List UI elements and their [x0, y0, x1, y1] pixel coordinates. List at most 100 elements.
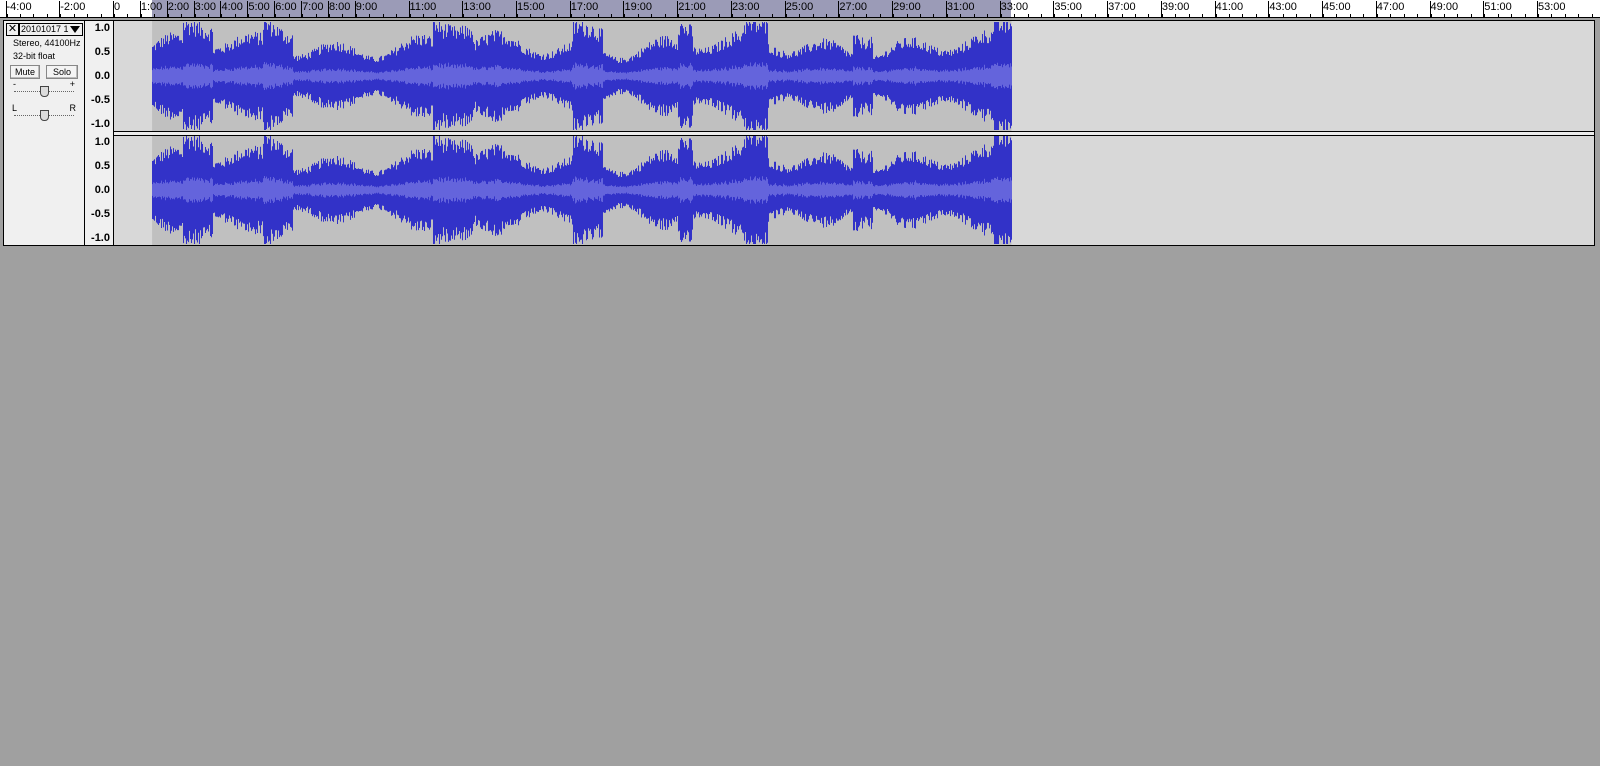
ruler-tick-label: 5:00 — [248, 1, 270, 13]
ruler-minor-tick — [920, 14, 922, 17]
ruler-minor-tick — [1094, 14, 1096, 17]
ruler-minor-tick — [1484, 14, 1486, 17]
ruler-minor-tick — [1323, 14, 1325, 17]
ruler-tick-label: 4:00 — [221, 1, 243, 13]
ruler-minor-tick — [946, 14, 948, 17]
ruler-minor-tick — [570, 14, 572, 17]
ruler-minor-tick — [624, 14, 626, 17]
timeline-ruler[interactable]: -4:00 -2:00 0 1:00 2:00 3:00 4:00 5:00 6:00 7:00 8… — [0, 0, 1600, 18]
ruler-tick-label: 37:00 — [1108, 1, 1136, 13]
ruler-minor-tick — [1363, 14, 1365, 17]
ruler-tick-label: 13:00 — [463, 1, 491, 13]
ruler-minor-tick — [1578, 14, 1580, 17]
ruler-minor-tick — [1121, 14, 1123, 17]
pan-slider[interactable]: L R — [12, 103, 76, 121]
ruler-tick-label: 39:00 — [1161, 1, 1190, 13]
ruler-minor-tick — [46, 14, 48, 17]
ruler-minor-tick — [328, 14, 330, 17]
ruler-tick-label: 47:00 — [1376, 1, 1405, 13]
ruler-tick-label: 29:00 — [893, 1, 921, 13]
ruler-minor-tick — [1457, 14, 1459, 17]
ruler-tick-label: 9:00 — [355, 1, 378, 13]
ruler-minor-tick — [826, 14, 827, 17]
ruler-minor-tick — [396, 14, 398, 17]
ruler-minor-tick — [490, 14, 492, 17]
ruler-minor-tick — [517, 14, 519, 17]
amplitude-label: 1.0 — [94, 22, 110, 34]
ruler-minor-tick — [839, 14, 841, 17]
mute-button[interactable]: Mute — [10, 65, 40, 79]
ruler-minor-tick — [852, 14, 854, 17]
ruler-tick-label: 45:00 — [1323, 1, 1351, 13]
amplitude-label: 0.5 — [94, 160, 110, 172]
ruler-minor-tick — [1161, 14, 1163, 17]
ruler-minor-tick — [1524, 14, 1526, 17]
ruler-minor-tick — [154, 14, 156, 17]
gain-minus-label: - — [13, 79, 16, 89]
close-icon[interactable]: ✕ — [6, 23, 19, 36]
ruler-minor-tick — [6, 14, 8, 17]
ruler-minor-tick — [1403, 14, 1405, 17]
ruler-tick-label: 7:00 — [302, 1, 324, 13]
ruler-minor-tick — [422, 14, 424, 17]
ruler-minor-tick — [1175, 14, 1177, 17]
ruler-minor-tick — [745, 14, 747, 17]
ruler-minor-tick — [127, 14, 129, 17]
ruler-minor-tick — [87, 14, 89, 17]
waveform-area[interactable] — [114, 21, 1594, 245]
ruler-tick-label: 27:00 — [839, 1, 867, 13]
ruler-minor-tick — [1538, 14, 1539, 17]
ruler-minor-tick — [1497, 14, 1499, 17]
ruler-minor-tick — [758, 14, 760, 17]
amplitude-label: 1.0 — [94, 136, 110, 148]
ruler-minor-tick — [1296, 14, 1298, 17]
ruler-tick-label: 31:00 — [946, 1, 975, 13]
ruler-minor-tick — [960, 14, 962, 17]
ruler-minor-tick — [60, 14, 62, 17]
pan-slider-thumb[interactable] — [40, 110, 49, 121]
ruler-minor-tick — [933, 14, 935, 17]
ruler-minor-tick — [1202, 14, 1204, 17]
ruler-tick-label: 15:00 — [517, 1, 545, 13]
pan-right-label: R — [69, 103, 77, 113]
ruler-minor-tick — [1027, 14, 1029, 17]
gain-slider-thumb[interactable] — [40, 86, 49, 97]
ruler-tick-label: 53:00 — [1538, 1, 1566, 13]
audio-editor-window: -4:00 -2:00 0 1:00 2:00 3:00 4:00 5:00 6:00 7:00 8… — [0, 0, 1600, 766]
track-name-menu-button[interactable]: 20101017 1 — [19, 23, 83, 36]
ruler-minor-tick — [718, 14, 720, 17]
amplitude-label: 0.0 — [94, 184, 110, 196]
ruler-tick-label: -2:00 — [60, 1, 86, 13]
ruler-minor-tick — [1054, 14, 1056, 17]
amplitude-scale: 1.0 0.5 0.0 -0.5 -1.0 1.0 0.5 0.0 -0.5 -1.0 — [85, 21, 114, 245]
solo-button[interactable]: Solo — [46, 65, 78, 79]
ruler-minor-tick — [409, 14, 411, 17]
ruler-tick-label: 21:00 — [678, 1, 706, 13]
ruler-minor-tick — [100, 14, 102, 17]
ruler-minor-tick — [1470, 14, 1472, 17]
ruler-minor-tick — [678, 14, 680, 17]
ruler-minor-tick — [1000, 14, 1002, 17]
ruler-minor-tick — [315, 14, 317, 17]
ruler-minor-tick — [369, 14, 371, 17]
ruler-tick-label: 43:00 — [1269, 1, 1297, 13]
ruler-minor-tick — [1108, 14, 1110, 17]
ruler-minor-tick — [114, 14, 115, 17]
ruler-minor-tick — [1148, 14, 1150, 17]
ruler-tick-label: 33:00 — [1000, 1, 1029, 13]
ruler-minor-tick — [1282, 14, 1284, 17]
track-bit-depth-info: 32-bit float — [13, 51, 56, 61]
ruler-minor-tick — [1376, 14, 1378, 17]
gain-slider[interactable]: - + — [12, 79, 76, 97]
ruler-minor-tick — [1134, 14, 1136, 17]
ruler-minor-tick — [73, 14, 75, 17]
ruler-minor-tick — [234, 14, 236, 17]
ruler-minor-tick — [208, 14, 210, 17]
ruler-tick-label: 6:00 — [275, 1, 297, 13]
ruler-minor-tick — [248, 14, 250, 17]
ruler-minor-tick — [221, 14, 223, 17]
ruler-minor-tick — [866, 14, 868, 17]
ruler-minor-tick — [1081, 14, 1083, 17]
ruler-minor-tick — [812, 14, 814, 17]
ruler-minor-tick — [785, 14, 787, 17]
